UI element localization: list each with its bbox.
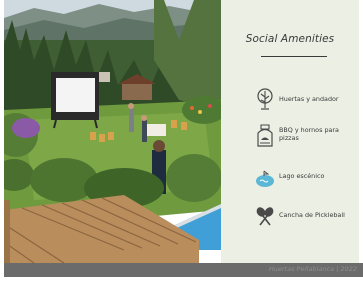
amenity-label-gardens: Huertas y andador bbox=[279, 95, 339, 103]
footer-text: Huertas Peñablanca | 2022 bbox=[268, 265, 357, 273]
oven-icon bbox=[255, 122, 275, 147]
amenity-label-pickleball: Cancha de Pickleball bbox=[279, 211, 345, 219]
footer-bar: Huertas Peñablanca | 2022 bbox=[4, 263, 363, 277]
amenities-panel: Social Amenities Huertas y andador BBQ y… bbox=[221, 0, 359, 263]
garden-photo-image bbox=[4, 0, 221, 263]
amenity-label-lake: Lago escénico bbox=[279, 172, 325, 180]
garden-photo bbox=[4, 0, 221, 263]
panel-title: Social Amenities bbox=[245, 33, 335, 45]
title-divider bbox=[261, 56, 327, 57]
tree-icon bbox=[255, 88, 275, 110]
amenity-label-bbq: BBQ y hornos para pizzas bbox=[279, 126, 339, 142]
slide: Social Amenities Huertas y andador BBQ y… bbox=[0, 0, 363, 282]
lake-icon bbox=[255, 168, 275, 190]
pickleball-icon bbox=[255, 206, 275, 228]
